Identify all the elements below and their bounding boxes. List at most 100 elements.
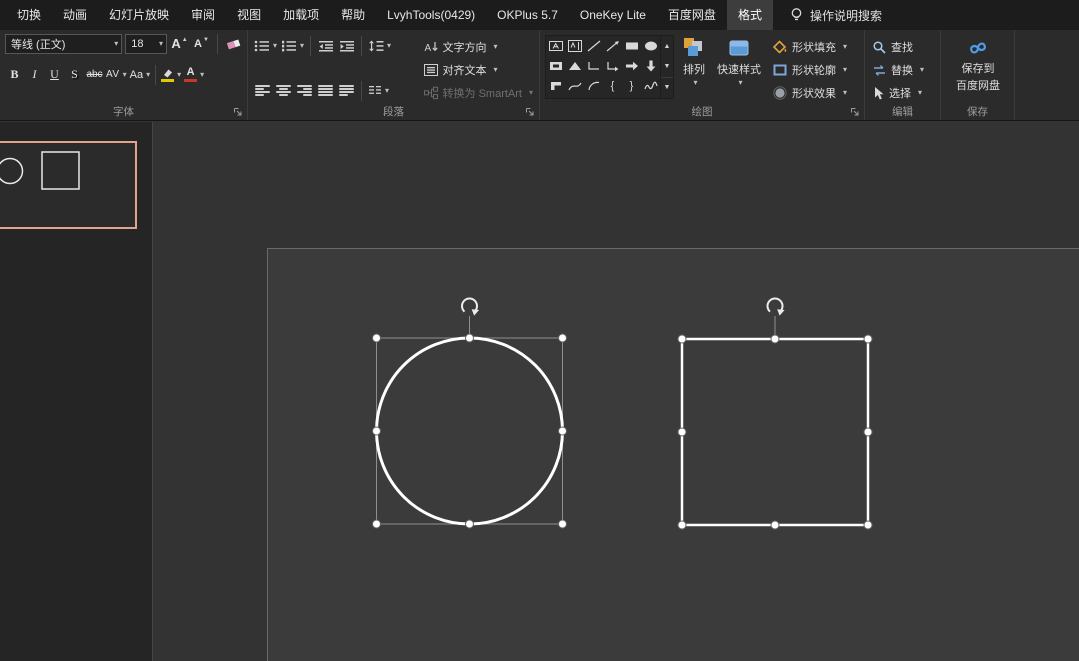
shape-corner[interactable]: [546, 76, 565, 96]
strikethrough-button[interactable]: abc: [85, 64, 104, 85]
increase-indent-button[interactable]: [337, 35, 356, 56]
save-to-baidu-netdisk-button[interactable]: 保存到 百度网盘: [946, 33, 1010, 101]
circle-shape[interactable]: [377, 338, 563, 524]
font-size-select[interactable]: 18: [125, 34, 167, 54]
shape-oval[interactable]: [641, 36, 660, 56]
align-center-button[interactable]: [274, 80, 293, 101]
columns-button[interactable]: [367, 80, 390, 101]
tab-onekey-lite[interactable]: OneKey Lite: [569, 0, 657, 30]
tab-lvyhtools[interactable]: LvyhTools(0429): [376, 0, 486, 30]
tab-view[interactable]: 视图: [226, 0, 272, 30]
replace-button[interactable]: 替换: [870, 60, 936, 80]
chevron-down-icon: [494, 43, 498, 51]
selection-handle[interactable]: [559, 334, 567, 342]
editing-group-label: 编辑: [865, 104, 940, 119]
bold-button[interactable]: B: [5, 64, 24, 85]
textbox-icon: [548, 39, 564, 53]
shape-scribble[interactable]: [641, 76, 660, 96]
text-direction-button[interactable]: A 文字方向: [421, 37, 535, 57]
paragraph-dialog-launcher[interactable]: [524, 106, 536, 118]
shape-triangle[interactable]: [565, 56, 584, 76]
drawing-dialog-launcher[interactable]: [849, 106, 861, 118]
text-shadow-button[interactable]: S: [65, 64, 84, 85]
selection-handle[interactable]: [771, 335, 779, 343]
quick-styles-button[interactable]: 快速样式: [714, 33, 764, 101]
convert-to-smartart-button[interactable]: 转换为 SmartArt: [421, 83, 535, 103]
distribute-button[interactable]: [337, 80, 356, 101]
selection-handle[interactable]: [771, 521, 779, 529]
selection-handle[interactable]: [373, 520, 381, 528]
shape-left-brace[interactable]: {: [603, 76, 622, 96]
selection-handle[interactable]: [373, 427, 381, 435]
shape-textbox[interactable]: [546, 36, 565, 56]
bullets-button[interactable]: [253, 35, 278, 56]
elbow-arrow-icon: [605, 59, 621, 73]
tab-format[interactable]: 格式: [727, 0, 773, 30]
rotation-handle[interactable]: [462, 299, 479, 316]
font-color-button[interactable]: A: [183, 64, 205, 85]
shape-right-arrow[interactable]: [622, 56, 641, 76]
text-highlight-color-button[interactable]: [160, 64, 182, 85]
font-dialog-launcher[interactable]: [232, 106, 244, 118]
shape-right-brace[interactable]: }: [622, 76, 641, 96]
find-button[interactable]: 查找: [870, 37, 936, 57]
shape-arc[interactable]: [584, 76, 603, 96]
slide-canvas[interactable]: [267, 248, 1079, 661]
arrange-button[interactable]: 排列: [680, 33, 708, 101]
align-right-button[interactable]: [295, 80, 314, 101]
gallery-scroll-up[interactable]: ▲: [661, 36, 673, 56]
tab-baidu-netdisk[interactable]: 百度网盘: [657, 0, 727, 30]
clear-formatting-button[interactable]: [224, 33, 243, 54]
underline-button[interactable]: U: [45, 64, 64, 85]
gallery-more-button[interactable]: ▼: [661, 77, 673, 98]
selection-handle[interactable]: [373, 334, 381, 342]
selection-handle[interactable]: [678, 521, 686, 529]
shape-fill-button[interactable]: 形状填充: [770, 37, 849, 57]
tab-animations[interactable]: 动画: [52, 0, 98, 30]
character-spacing-button[interactable]: AV: [105, 64, 128, 85]
selection-handle[interactable]: [559, 520, 567, 528]
line-spacing-button[interactable]: [367, 35, 392, 56]
selection-handle[interactable]: [466, 334, 474, 342]
square-shape[interactable]: [682, 339, 868, 525]
selection-handle[interactable]: [864, 335, 872, 343]
tab-transitions[interactable]: 切换: [6, 0, 52, 30]
tab-slideshow[interactable]: 幻灯片放映: [98, 0, 180, 30]
selection-handle[interactable]: [559, 427, 567, 435]
tab-okplus[interactable]: OKPlus 5.7: [486, 0, 569, 30]
selection-handle[interactable]: [864, 521, 872, 529]
tab-addins[interactable]: 加载项: [272, 0, 330, 30]
shrink-font-button[interactable]: A▼: [192, 33, 211, 54]
shape-curve[interactable]: [565, 76, 584, 96]
italic-button[interactable]: I: [25, 64, 44, 85]
change-case-button[interactable]: Aa: [129, 64, 151, 85]
font-name-select[interactable]: 等线 (正文): [5, 34, 122, 54]
numbering-button[interactable]: [280, 35, 305, 56]
select-button[interactable]: 选择: [870, 83, 936, 103]
slide-thumbnail-1[interactable]: [0, 141, 137, 229]
shape-outline-button[interactable]: 形状轮廓: [770, 60, 849, 80]
shape-down-arrow[interactable]: [641, 56, 660, 76]
tab-help[interactable]: 帮助: [330, 0, 376, 30]
shape-vertical-textbox[interactable]: [565, 36, 584, 56]
shape-effects-button[interactable]: 形状效果: [770, 83, 849, 103]
tell-me-search[interactable]: 操作说明搜索: [789, 7, 882, 24]
align-text-button[interactable]: 对齐文本: [421, 60, 535, 80]
rotation-handle[interactable]: [768, 299, 785, 316]
decrease-indent-button[interactable]: [316, 35, 335, 56]
selection-handle[interactable]: [678, 428, 686, 436]
tab-review[interactable]: 审阅: [180, 0, 226, 30]
selection-handle[interactable]: [864, 428, 872, 436]
shape-arrow-line[interactable]: [603, 36, 622, 56]
shape-rectangle[interactable]: [622, 36, 641, 56]
gallery-scroll-down[interactable]: ▼: [661, 56, 673, 76]
selection-handle[interactable]: [466, 520, 474, 528]
shape-elbow-arrow[interactable]: [603, 56, 622, 76]
align-left-button[interactable]: [253, 80, 272, 101]
justify-button[interactable]: [316, 80, 335, 101]
selection-handle[interactable]: [678, 335, 686, 343]
shape-line[interactable]: [584, 36, 603, 56]
grow-font-button[interactable]: A▲: [170, 33, 189, 54]
shape-elbow-connector[interactable]: [584, 56, 603, 76]
shape-frame[interactable]: [546, 56, 565, 76]
